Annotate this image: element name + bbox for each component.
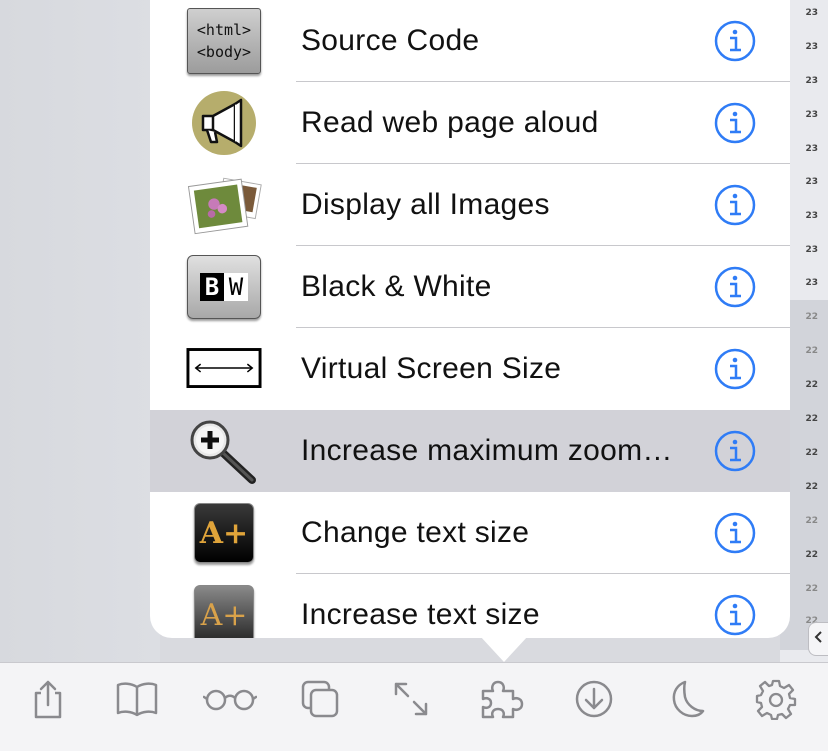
increase-text-size-icon: A+: [186, 578, 262, 638]
tabs-icon: [300, 679, 340, 724]
photos-icon: [186, 168, 262, 242]
menu-item-label: Display all Images: [301, 188, 550, 221]
source-code-icon: <html> <body>: [186, 4, 262, 78]
black-white-icon: B W: [186, 250, 262, 324]
menu-item-read-aloud[interactable]: Read web page aloud: [150, 82, 790, 164]
increase-text-size-icon-glyph: A+: [200, 597, 248, 633]
background-row-label: 22: [805, 414, 818, 424]
chevron-left-icon: [814, 630, 824, 648]
info-icon[interactable]: [714, 512, 756, 554]
menu-item-display-images[interactable]: Display all Images: [150, 164, 790, 246]
extensions-button[interactable]: [478, 677, 526, 725]
settings-icon: [755, 678, 797, 725]
background-row-label: 22: [805, 312, 818, 322]
background-row-label: 23: [805, 278, 818, 288]
menu-item-virtual-screen-size[interactable]: Virtual Screen Size: [150, 328, 790, 410]
night-mode-icon: [667, 679, 705, 724]
info-icon[interactable]: [714, 348, 756, 390]
extensions-icon: [477, 677, 527, 726]
bookmarks-button[interactable]: [113, 677, 161, 725]
night-mode-button[interactable]: [662, 677, 710, 725]
reading-list-icon: [202, 687, 258, 716]
reading-list-button[interactable]: [202, 677, 258, 725]
text-size-icon: A+: [186, 496, 262, 570]
background-row-label: 23: [805, 144, 818, 154]
background-row-label: 22: [805, 550, 818, 560]
background-row-label: 23: [805, 110, 818, 120]
background-row-label: 22: [805, 516, 818, 526]
info-icon[interactable]: [714, 102, 756, 144]
menu-item-increase-text-size[interactable]: A+ Increase text size: [150, 574, 790, 638]
background-row-label: 23: [805, 245, 818, 255]
background-page-left: [0, 0, 160, 662]
bw-icon-letter: B: [200, 273, 224, 301]
menu-item-label: Change text size: [301, 516, 530, 549]
bw-icon-letter: W: [224, 273, 248, 301]
menu-item-label: Black & White: [301, 270, 492, 303]
info-icon[interactable]: [714, 430, 756, 472]
menu-item-label: Read web page aloud: [301, 106, 599, 139]
download-icon: [574, 679, 614, 724]
info-icon[interactable]: [714, 184, 756, 226]
screen-size-icon: [186, 332, 262, 406]
download-button[interactable]: [570, 677, 618, 725]
fullscreen-button[interactable]: [387, 677, 435, 725]
info-icon[interactable]: [714, 594, 756, 636]
info-icon[interactable]: [714, 266, 756, 308]
menu-item-label: Increase maximum zoom…: [301, 434, 673, 467]
background-row-label: 22: [805, 380, 818, 390]
scroll-handle[interactable]: [808, 622, 828, 656]
menu-item-label: Source Code: [301, 24, 480, 57]
background-row-label: 22: [805, 346, 818, 356]
menu-item-label: Virtual Screen Size: [301, 352, 562, 385]
menu-item-label: Increase text size: [301, 598, 540, 631]
tools-popover-menu: <html> <body> Source Code Read web page …: [150, 0, 790, 638]
menu-item-increase-zoom[interactable]: Increase maximum zoom…: [150, 410, 790, 492]
megaphone-icon: [186, 86, 262, 160]
background-row-label: 23: [805, 211, 818, 221]
source-code-icon-text: <body>: [196, 43, 252, 61]
source-code-icon-text: <html>: [196, 21, 252, 39]
menu-item-black-white[interactable]: B W Black & White: [150, 246, 790, 328]
bookmarks-icon: [115, 681, 159, 722]
background-row-label: 22: [805, 448, 818, 458]
magnifier-plus-icon: [186, 414, 262, 488]
text-size-icon-glyph: A+: [199, 515, 249, 551]
tabs-button[interactable]: [296, 677, 344, 725]
share-button[interactable]: [24, 677, 72, 725]
menu-item-change-text-size[interactable]: A+ Change text size: [150, 492, 790, 574]
menu-item-source-code[interactable]: <html> <body> Source Code: [150, 0, 790, 82]
popover-arrow: [480, 636, 528, 662]
background-row-label: 23: [805, 177, 818, 187]
background-row-label: 22: [805, 584, 818, 594]
background-row-label: 22: [805, 482, 818, 492]
fullscreen-icon: [392, 680, 430, 723]
bottom-toolbar: [0, 662, 828, 751]
share-icon: [30, 679, 66, 724]
background-row-label: 23: [805, 42, 818, 52]
info-icon[interactable]: [714, 20, 756, 62]
settings-button[interactable]: [752, 677, 800, 725]
background-row-label: 23: [805, 76, 818, 86]
background-row-label: 23: [805, 8, 818, 18]
